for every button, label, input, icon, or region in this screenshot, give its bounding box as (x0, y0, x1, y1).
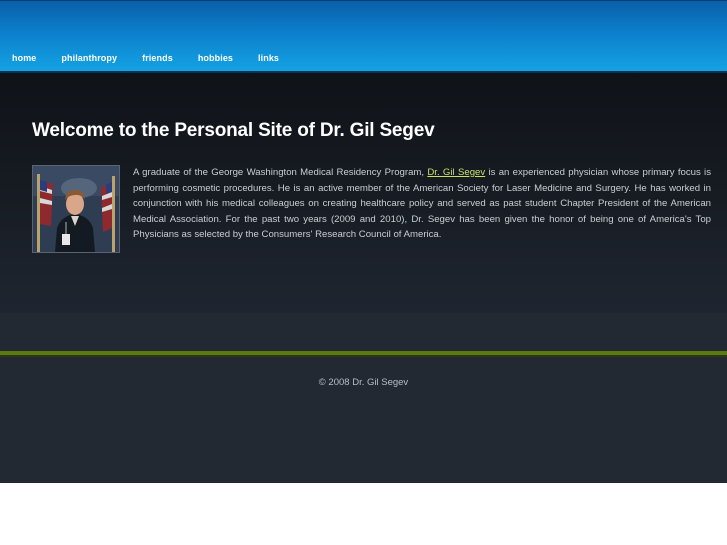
main-bottom-band (0, 313, 727, 351)
nav-friends[interactable]: friends (142, 53, 173, 63)
main-content: Welcome to the Personal Site of Dr. Gil … (0, 73, 727, 351)
main-nav: home philanthropy friends hobbies links (12, 53, 304, 63)
profile-photo-image (33, 166, 119, 252)
copyright-text: © 2008 Dr. Gil Segev (318, 377, 409, 388)
bio-paragraph: A graduate of the George Washington Medi… (133, 165, 711, 243)
site-footer: © 2008 Dr. Gil Segev (0, 357, 727, 483)
bio-name-link[interactable]: Dr. Gil Segev (427, 167, 485, 178)
nav-hobbies[interactable]: hobbies (198, 53, 233, 63)
nav-home[interactable]: home (12, 53, 36, 63)
nav-links[interactable]: links (258, 53, 279, 63)
site-header: home philanthropy friends hobbies links (0, 0, 727, 72)
nav-philanthropy[interactable]: philanthropy (61, 53, 117, 63)
bio-text-start: A graduate of the George Washington Medi… (133, 167, 428, 178)
profile-photo (32, 165, 120, 253)
page-title: Welcome to the Personal Site of Dr. Gil … (32, 120, 435, 141)
